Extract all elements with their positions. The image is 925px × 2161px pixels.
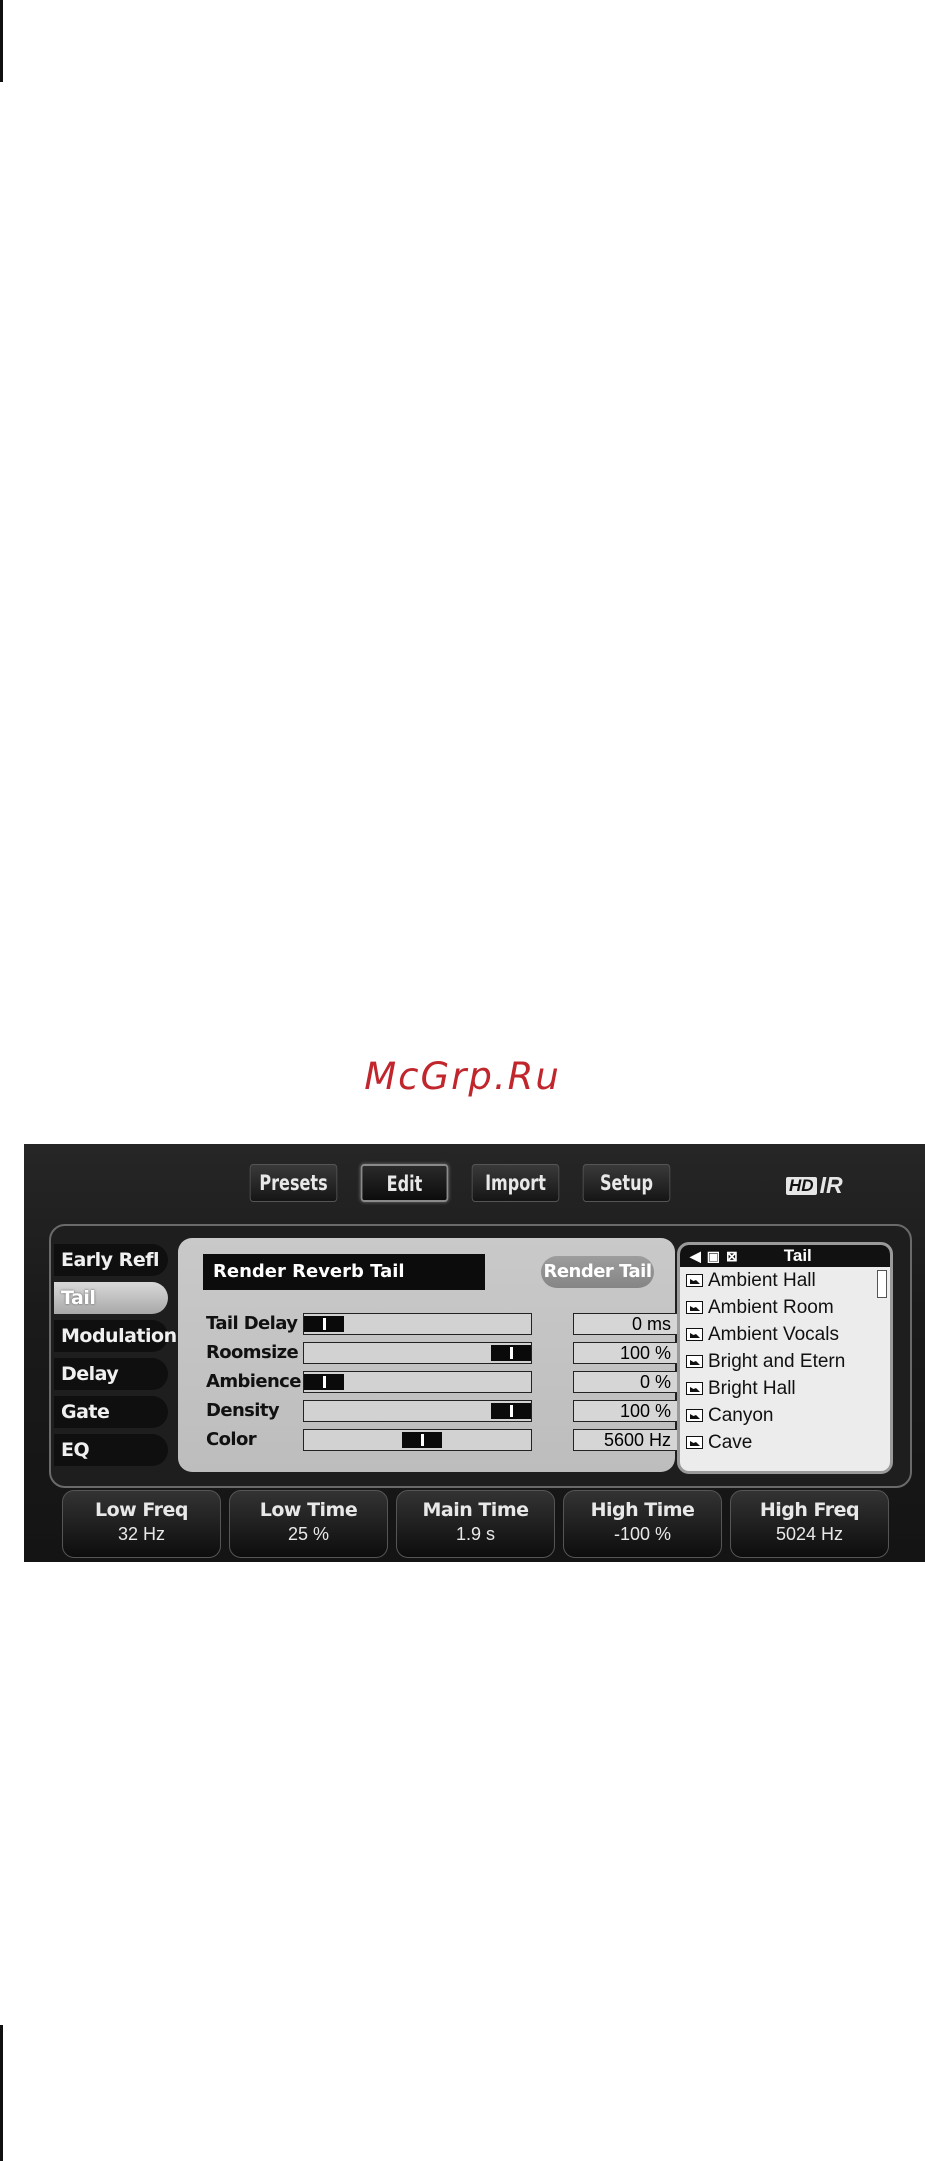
param-color: Color 5600 Hz — [206, 1428, 678, 1452]
main-controls: Low Freq 32 Hz Low Time 25 % Main Time 1… — [62, 1490, 889, 1558]
control-value: 32 Hz — [117, 1524, 166, 1544]
color-slider[interactable] — [303, 1429, 532, 1451]
file-icon — [686, 1274, 703, 1287]
control-value: -100 % — [613, 1524, 672, 1544]
slider-thumb[interactable] — [304, 1374, 345, 1390]
low-freq-control[interactable]: Low Freq 32 Hz — [62, 1490, 221, 1558]
control-value: 5024 Hz — [775, 1524, 844, 1544]
roomsize-slider[interactable] — [303, 1342, 532, 1364]
preset-list-scrollbar[interactable] — [877, 1270, 887, 1470]
tab-edit[interactable]: Edit — [360, 1164, 449, 1202]
file-icon — [686, 1436, 703, 1449]
watermark: McGrp.Ru — [364, 1055, 561, 1098]
control-label: High Time — [590, 1499, 695, 1521]
file-icon — [686, 1382, 703, 1395]
delete-icon[interactable]: ⊠ — [726, 1248, 738, 1265]
density-value[interactable]: 100 % — [573, 1400, 678, 1422]
preset-list-title: Tail — [783, 1246, 812, 1265]
list-item-label: Bright and Etern — [708, 1350, 846, 1372]
param-label: Density — [206, 1400, 280, 1421]
file-icon — [686, 1328, 703, 1341]
list-item-label: Canyon — [708, 1404, 774, 1426]
file-icon — [686, 1355, 703, 1368]
main-time-control[interactable]: Main Time 1.9 s — [396, 1490, 555, 1558]
color-value[interactable]: 5600 Hz — [573, 1429, 678, 1451]
section-gate[interactable]: Gate — [54, 1396, 168, 1428]
slider-thumb[interactable] — [304, 1316, 345, 1332]
param-ambience: Ambience 0 % — [206, 1370, 678, 1394]
list-item-label: Bright Hall — [708, 1377, 796, 1399]
list-item[interactable]: Cave — [680, 1429, 890, 1456]
high-freq-control[interactable]: High Freq 5024 Hz — [730, 1490, 889, 1558]
tab-presets[interactable]: Presets — [249, 1164, 338, 1202]
speaker-icon[interactable]: ◀ — [690, 1248, 701, 1265]
param-label: Roomsize — [206, 1342, 299, 1363]
ambience-value[interactable]: 0 % — [573, 1371, 678, 1393]
top-tabs: Presets Edit Import Setup — [242, 1164, 678, 1202]
tail-delay-value[interactable]: 0 ms — [573, 1313, 678, 1335]
param-label: Tail Delay — [206, 1313, 298, 1334]
roomsize-value[interactable]: 100 % — [573, 1342, 678, 1364]
list-item[interactable]: Ambient Room — [680, 1294, 890, 1321]
page-edge-mark-top — [0, 0, 3, 82]
low-time-control[interactable]: Low Time 25 % — [229, 1490, 388, 1558]
ambience-slider[interactable] — [303, 1371, 532, 1393]
tab-import[interactable]: Import — [471, 1164, 560, 1202]
scrollbar-thumb[interactable] — [877, 1270, 887, 1298]
param-tail-delay: Tail Delay 0 ms — [206, 1312, 678, 1336]
param-label: Ambience — [206, 1371, 301, 1392]
section-menu: Early Refl Tail Modulation Delay Gate EQ — [54, 1244, 177, 1472]
save-icon[interactable]: ▣ — [707, 1248, 720, 1265]
high-time-control[interactable]: High Time -100 % — [563, 1490, 722, 1558]
param-density: Density 100 % — [206, 1399, 678, 1423]
tail-params-panel: Render Reverb Tail Render Tail Tail Dela… — [178, 1238, 678, 1472]
render-tail-button[interactable]: Render Tail — [541, 1256, 654, 1288]
slider-thumb[interactable] — [490, 1403, 531, 1419]
list-item-label: Cave — [708, 1431, 753, 1453]
section-modulation[interactable]: Modulation — [54, 1320, 177, 1352]
preset-list: ◀ ▣ ⊠ Tail Ambient Hall Ambient Room Amb… — [677, 1242, 893, 1474]
slider-thumb[interactable] — [490, 1345, 531, 1361]
file-icon — [686, 1409, 703, 1422]
list-item-label: Ambient Vocals — [708, 1323, 839, 1345]
density-slider[interactable] — [303, 1400, 532, 1422]
section-eq[interactable]: EQ — [54, 1434, 168, 1466]
control-label: Low Time — [259, 1499, 358, 1521]
list-item-label: Ambient Room — [708, 1296, 834, 1318]
slider-thumb[interactable] — [402, 1432, 443, 1448]
control-label: Main Time — [422, 1499, 529, 1521]
tail-delay-slider[interactable] — [303, 1313, 532, 1335]
control-label: High Freq — [759, 1499, 860, 1521]
list-item-label: Ambient Hall — [708, 1269, 816, 1291]
param-roomsize: Roomsize 100 % — [206, 1341, 678, 1365]
control-label: Low Freq — [95, 1499, 188, 1521]
logo-ir: IR — [819, 1172, 843, 1198]
list-item[interactable]: Bright Hall — [680, 1375, 890, 1402]
file-icon — [686, 1301, 703, 1314]
control-value: 1.9 s — [455, 1524, 496, 1544]
list-item[interactable]: Bright and Etern — [680, 1348, 890, 1375]
page-edge-mark-bottom — [0, 2025, 3, 2161]
preset-list-header: ◀ ▣ ⊠ Tail — [680, 1245, 890, 1267]
section-early-refl[interactable]: Early Refl — [54, 1244, 168, 1276]
logo-hd: HD — [786, 1176, 817, 1195]
list-item[interactable]: Ambient Hall — [680, 1267, 890, 1294]
section-delay[interactable]: Delay — [54, 1358, 168, 1390]
section-tail[interactable]: Tail — [54, 1282, 168, 1314]
list-item[interactable]: Canyon — [680, 1402, 890, 1429]
reverb-plugin-window: Presets Edit Import Setup HD IR Early Re… — [24, 1144, 925, 1562]
control-value: 25 % — [287, 1524, 330, 1544]
hdir-logo: HD IR — [786, 1172, 843, 1199]
tab-setup[interactable]: Setup — [582, 1164, 671, 1202]
list-item[interactable]: Ambient Vocals — [680, 1321, 890, 1348]
param-label: Color — [206, 1429, 257, 1450]
render-title: Render Reverb Tail — [203, 1254, 485, 1290]
